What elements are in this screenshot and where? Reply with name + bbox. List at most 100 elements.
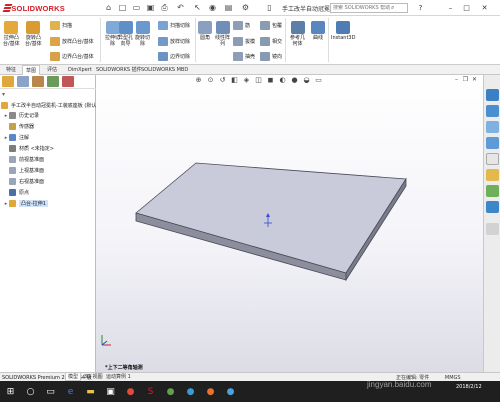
options-gear-icon[interactable]: ⚙ <box>240 2 251 13</box>
sweep-button[interactable]: 扫描 <box>50 20 72 30</box>
appearances-icon[interactable] <box>486 153 499 165</box>
hole-wizard-button[interactable]: 异型孔 向导 <box>118 21 133 47</box>
close-button[interactable]: ✕ <box>478 2 491 13</box>
tree-item[interactable]: 材质 <未指定> <box>3 144 54 153</box>
tab-dimxpert[interactable]: DimXpert <box>65 65 95 75</box>
view-palette-icon[interactable] <box>486 137 499 149</box>
title-bar: SOLIDWORKS ⌂ □ ▭ ▣ ⎙ ↶ ↖ ◉ ▤ ⚙ ▯ 手工改半自动冠… <box>0 0 500 16</box>
loft-boss-icon <box>50 36 60 46</box>
tree-item[interactable]: 传感器 <box>3 122 34 131</box>
watermark: jingyan.baidu.com <box>367 380 432 389</box>
app-icon[interactable]: ● <box>184 385 197 398</box>
app-icon[interactable]: ● <box>164 385 177 398</box>
undo-icon[interactable]: ↶ <box>175 2 186 13</box>
tree-filter[interactable]: ▾ <box>2 91 94 99</box>
design-library-icon[interactable] <box>486 105 499 117</box>
tree-item[interactable]: 原点 <box>3 188 29 197</box>
dimxpert-manager-tab-icon[interactable] <box>47 76 59 87</box>
configuration-manager-tab-icon[interactable] <box>32 76 44 87</box>
boss-extrude-icon <box>9 200 16 207</box>
pencil-tool-icon[interactable] <box>486 223 499 235</box>
tree-item[interactable]: ▸ 凸台-拉伸1 <box>3 199 48 208</box>
history-icon <box>9 112 16 119</box>
file-explorer-taskbar-icon[interactable]: ▬ <box>84 385 97 398</box>
tree-item[interactable]: 前视基准面 <box>3 155 44 164</box>
property-manager-tab-icon[interactable] <box>17 76 29 87</box>
app-icon[interactable]: ● <box>224 385 237 398</box>
solidworks-taskbar-icon[interactable]: S <box>144 385 157 398</box>
mirror-button[interactable]: 镜向 <box>260 51 282 61</box>
tree-root[interactable]: 手工改半自动冠冕机-工装底座板 (默认<... <box>1 101 105 110</box>
reference-geometry-button[interactable]: 参考几 何体 <box>290 21 305 47</box>
tab-model[interactable]: 模型 <box>65 373 82 381</box>
draft-icon <box>233 36 243 46</box>
tree-item[interactable]: ▸ 注解 <box>3 133 29 142</box>
swept-cut-button[interactable]: 扫描切除 <box>158 20 190 30</box>
tab-3d-views[interactable]: 3D 视图 <box>82 373 105 381</box>
app-icon[interactable]: ● <box>124 385 137 398</box>
curves-button[interactable]: 曲线 <box>311 21 325 41</box>
search-icon[interactable]: ⌕ <box>391 4 394 12</box>
boundary-boss-button[interactable]: 边界凸台/基体 <box>50 51 94 61</box>
graphics-area[interactable]: ⊕ ⊙ ↺ ◧ ◈ ◫ ◼ ◐ ● ◒ ▭ – ❐ ✕ *上下二等角轴测 <box>96 75 483 372</box>
windows-start-icon[interactable]: ⊞ <box>4 385 17 398</box>
save-icon[interactable]: ▣ <box>145 2 156 13</box>
search-taskbar-icon[interactable]: ○ <box>24 385 37 398</box>
tab-motion-study[interactable]: 运动算例 1 <box>104 373 133 381</box>
print-icon[interactable]: ⎙ <box>159 2 170 13</box>
shell-button[interactable]: 抽壳 <box>233 51 255 61</box>
file-properties-icon[interactable]: ▤ <box>223 2 234 13</box>
intersect-button[interactable]: 相交 <box>260 36 282 46</box>
tab-sketch[interactable]: 草图 <box>22 65 41 75</box>
revolve-boss-button[interactable]: 旋转凸 台/基体 <box>25 21 42 47</box>
command-manager-ribbon: 拉伸凸 台/基体 旋转凸 台/基体 扫描 放样凸台/基体 边界凸台/基体 拉伸切… <box>0 16 500 65</box>
custom-properties-icon[interactable] <box>486 169 499 181</box>
minimize-button[interactable]: – <box>444 2 457 13</box>
search-input[interactable] <box>333 5 391 11</box>
fillet-icon <box>198 21 212 34</box>
maximize-button[interactable]: □ <box>460 2 473 13</box>
display-manager-tab-icon[interactable] <box>62 76 74 87</box>
extrude-boss-button[interactable]: 拉伸凸 台/基体 <box>3 21 20 47</box>
file-explorer-icon[interactable] <box>486 121 499 133</box>
tab-features[interactable]: 特征 <box>3 65 19 75</box>
mirror-icon <box>260 51 270 61</box>
system-clock[interactable]: 2018/2/12 <box>456 383 482 391</box>
part-model[interactable] <box>96 75 483 372</box>
loft-boss-button[interactable]: 放样凸台/基体 <box>50 36 94 46</box>
3dexperience-icon[interactable] <box>486 201 499 213</box>
tab-addins[interactable]: SOLIDWORKS 插件 <box>93 65 145 75</box>
tree-item[interactable]: ▸ 历史记录 <box>3 111 39 120</box>
new-document-icon[interactable]: □ <box>117 2 128 13</box>
tree-item[interactable]: 右视基准面 <box>3 177 44 186</box>
solidworks-resources-icon[interactable] <box>486 89 499 101</box>
rebuild-icon[interactable]: ◉ <box>207 2 218 13</box>
revolve-cut-button[interactable]: 旋转切 除 <box>135 21 150 47</box>
tree-item[interactable]: 上视基准面 <box>3 166 44 175</box>
store-icon[interactable]: ▣ <box>104 385 117 398</box>
help-search[interactable]: ⌕ <box>330 3 408 13</box>
draft-button[interactable]: 拔模 <box>233 36 255 46</box>
select-cursor-icon[interactable]: ↖ <box>192 2 203 13</box>
filter-icon[interactable]: ▾ <box>2 91 5 98</box>
boundary-cut-button[interactable]: 边界切除 <box>158 51 190 61</box>
help-icon[interactable]: ? <box>414 2 427 13</box>
tab-mbd[interactable]: SOLIDWORKS MBD <box>138 65 191 75</box>
forum-icon[interactable] <box>486 185 499 197</box>
instant3d-button[interactable]: Instant3D <box>331 21 355 41</box>
task-view-icon[interactable]: ▭ <box>44 385 57 398</box>
edge-browser-icon[interactable]: e <box>64 385 77 398</box>
wrap-button[interactable]: 包覆 <box>260 20 282 30</box>
linear-pattern-button[interactable]: 线性阵 列 <box>215 21 230 47</box>
pin-icon[interactable]: ⌂ <box>103 2 114 13</box>
rib-button[interactable]: 筋 <box>233 20 250 30</box>
open-folder-icon[interactable]: ▭ <box>131 2 142 13</box>
lofted-cut-button[interactable]: 放样切除 <box>158 36 190 46</box>
feature-manager-tab-icon[interactable] <box>2 76 14 87</box>
reference-geometry-icon <box>290 21 305 34</box>
tree-item-label: 前视基准面 <box>19 157 45 163</box>
fillet-button[interactable]: 圆角 <box>198 21 212 41</box>
solidworks-logo[interactable]: SOLIDWORKS <box>2 2 65 14</box>
app-icon[interactable]: ● <box>204 385 217 398</box>
tab-evaluate[interactable]: 评估 <box>44 65 60 75</box>
